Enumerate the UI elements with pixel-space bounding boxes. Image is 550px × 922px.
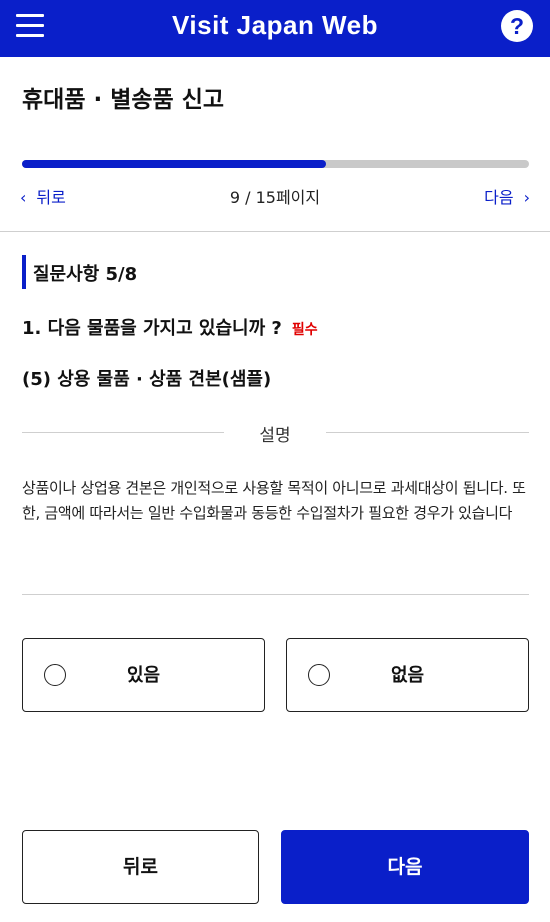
option-yes-radio[interactable]: 있음	[22, 638, 265, 712]
progress-bar-fill	[22, 160, 327, 168]
progress-bar	[22, 160, 529, 168]
question-circle-icon[interactable]: ?	[501, 10, 533, 42]
description-text: 상품이나 상업용 견본은 개인적으로 사용할 목적이 아니므로 과세대상이 됩니…	[22, 479, 526, 522]
page-counter: 9 / 15페이지	[229, 188, 321, 207]
nav-next-label: 다음	[484, 188, 514, 207]
nav-next-link[interactable]: 다음 ›	[484, 184, 530, 208]
subquestion-text: (5) 상용 물품 · 상품 견본(샘플)	[22, 369, 272, 390]
app-title: Visit Japan Web	[172, 10, 378, 40]
description-title: 설명	[259, 426, 291, 446]
question-label: 1. 다음 물품을 가지고 있습니까 ?	[22, 318, 282, 339]
next-button[interactable]: 다음	[281, 830, 529, 904]
option-no-radio[interactable]: 없음	[286, 638, 529, 712]
chevron-right-icon: ›	[523, 188, 530, 207]
divider	[0, 231, 550, 232]
app-header: Visit Japan Web ?	[0, 0, 550, 57]
divider	[22, 594, 529, 595]
question-text: 1. 다음 물품을 가지고 있습니까 ? 필수	[22, 314, 318, 340]
required-badge: 필수	[291, 322, 318, 338]
divider	[22, 432, 224, 433]
option-no-label: 없음	[390, 665, 425, 686]
page-title: 휴대품 · 별송품 신고	[22, 87, 225, 113]
section-accent-bar	[22, 255, 26, 289]
page-navigation: ‹ 뒤로 9 / 15페이지 다음 ›	[0, 184, 550, 210]
divider	[326, 432, 529, 433]
back-button[interactable]: 뒤로	[22, 830, 259, 904]
option-yes-label: 있음	[126, 665, 161, 686]
section-label: 질문사항 5/8	[33, 264, 138, 285]
